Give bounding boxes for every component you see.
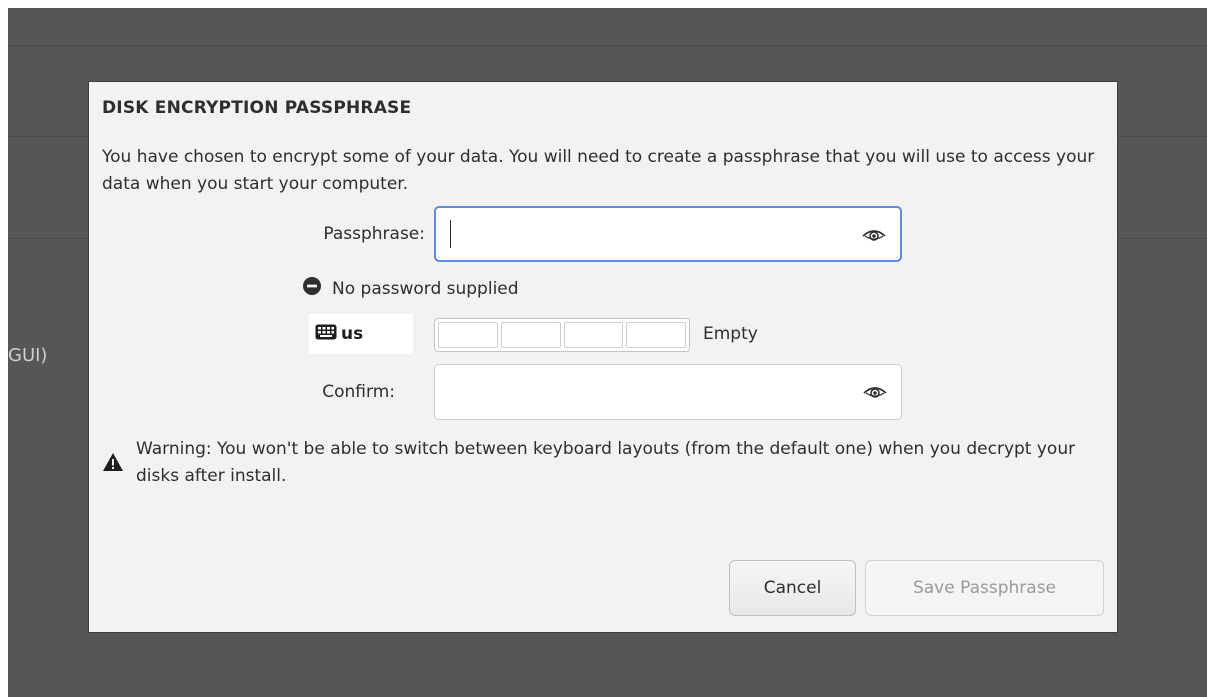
dialog-description: You have chosen to encrypt some of your … (102, 147, 1095, 194)
warning-text: Warning: You won't be able to switch bet… (136, 439, 1076, 486)
keyboard-layout-label: us (341, 324, 364, 344)
warning-triangle-icon (102, 436, 124, 490)
status-text: No password supplied (332, 278, 519, 299)
passphrase-dialog: DISK ENCRYPTION PASSPHRASE You have chos… (89, 82, 1117, 632)
confirm-label: Confirm: (322, 382, 395, 402)
confirm-field[interactable] (434, 364, 902, 420)
strength-segment (563, 322, 624, 348)
passphrase-label: Passphrase: (323, 224, 425, 244)
text-caret (450, 220, 451, 248)
keyboard-layout-warning: Warning: You won't be able to switch bet… (102, 436, 1102, 490)
save-passphrase-button[interactable]: Save Passphrase (865, 560, 1104, 616)
minus-circle-icon (302, 276, 322, 301)
strength-segment (438, 322, 498, 348)
strength-meter (434, 318, 690, 352)
eye-icon[interactable] (863, 381, 887, 403)
dialog-title: DISK ENCRYPTION PASSPHRASE (102, 98, 412, 118)
confirm-input[interactable] (447, 375, 847, 409)
strength-segment (626, 322, 686, 348)
background-divider (8, 45, 1207, 46)
keyboard-layout-indicator: us (309, 314, 413, 354)
eye-icon[interactable] (862, 224, 886, 246)
strength-label: Empty (703, 324, 758, 344)
cancel-button[interactable]: Cancel (729, 560, 856, 616)
password-status: No password supplied (302, 276, 519, 301)
passphrase-field[interactable] (434, 206, 902, 262)
strength-segment (500, 322, 561, 348)
keyboard-icon (315, 324, 337, 345)
background-partial-text: GUI) (8, 345, 48, 366)
passphrase-input[interactable] (448, 218, 848, 252)
